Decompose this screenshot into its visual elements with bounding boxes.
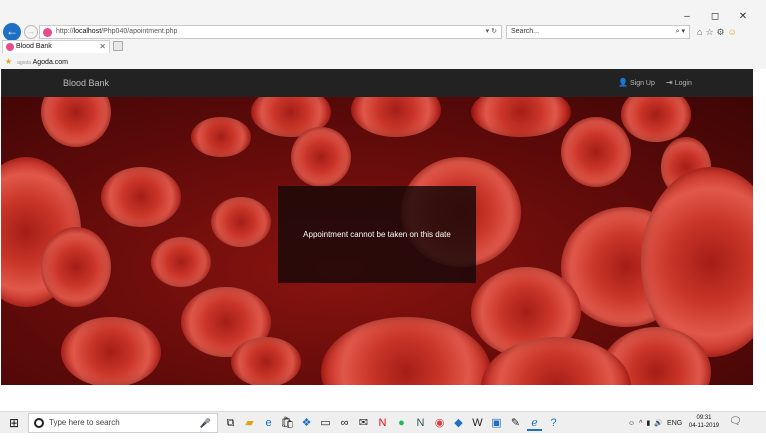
battery-icon[interactable]: ▮	[646, 419, 650, 427]
window-controls: – ◻ ✕	[682, 10, 748, 24]
signup-link[interactable]: 👤 Sign Up	[618, 69, 655, 98]
edge-browser-icon[interactable]: e	[261, 415, 276, 431]
clock-date: 04-11-2019	[688, 423, 720, 429]
arrow-left-icon: ←	[6, 24, 18, 38]
minimize-button[interactable]: –	[682, 10, 692, 24]
spotify-icon[interactable]: ●	[394, 415, 409, 431]
file-explorer-icon[interactable]: ▰	[242, 415, 257, 431]
start-button[interactable]: ⊞	[6, 415, 22, 431]
arrow-right-icon: →	[27, 27, 35, 36]
maximize-button[interactable]: ◻	[710, 10, 720, 24]
browser-toolbar-icons: ⌂ ☆ ⚙ ☺	[697, 27, 737, 38]
search-placeholder: Search...	[511, 28, 540, 35]
settings-gear-icon[interactable]: ⚙	[717, 27, 725, 38]
favorite-link-agoda[interactable]: Agoda.com	[33, 59, 68, 66]
browser-search-input[interactable]: Search... ⌕ ▾	[506, 25, 690, 39]
taskbar-search-input[interactable]: Type here to search 🎤	[28, 413, 218, 433]
web-page: Blood Bank 👤 Sign Up ⇥ Login Appointment c…	[1, 69, 753, 385]
alert-message: Appointment cannot be taken on this date	[303, 230, 451, 239]
windows-logo-icon: ⊞	[8, 416, 20, 430]
volume-icon[interactable]: 🔊	[654, 419, 663, 427]
tab-close-icon[interactable]: ✕	[99, 41, 106, 53]
taskbar-apps: ⧉ ▰ e 🛍 ❖ ▭ ∞ ✉ N ● N ◉ ◆ W ▣ ✎ ℯ ?	[223, 415, 561, 431]
monitor-app-icon[interactable]: ▭	[318, 415, 333, 431]
image-app-icon[interactable]: ▣	[489, 415, 504, 431]
site-navbar: Blood Bank 👤 Sign Up ⇥ Login	[1, 69, 753, 97]
microphone-icon[interactable]: 🎤	[200, 414, 211, 432]
n-app-icon[interactable]: N	[413, 415, 428, 431]
user-icon: 👤	[618, 78, 628, 87]
home-icon[interactable]: ⌂	[697, 27, 702, 38]
browser-chrome: – ◻ ✕ ← → http://localhost/Php040/apoint…	[0, 0, 766, 69]
dropbox-icon[interactable]: ❖	[299, 415, 314, 431]
store-icon[interactable]: 🛍	[280, 415, 295, 431]
hero-blood-cells-image: Appointment cannot be taken on this date	[1, 97, 753, 385]
favorites-star-icon[interactable]: ☆	[705, 27, 713, 38]
login-link[interactable]: ⇥ Login	[666, 69, 692, 98]
people-icon[interactable]: ☺	[628, 420, 635, 427]
tab-blood-bank[interactable]: Blood Bank ✕	[2, 40, 110, 53]
tab-title: Blood Bank	[16, 43, 52, 50]
agoda-favicon-icon: agoda	[17, 60, 32, 66]
address-bar[interactable]: http://localhost/Php040/apointment.php ▾…	[39, 25, 502, 39]
login-icon: ⇥	[666, 78, 673, 87]
task-view-icon[interactable]: ⧉	[223, 415, 238, 431]
clock[interactable]: 09:31 04-11-2019	[686, 414, 722, 430]
smiley-feedback-icon[interactable]: ☺	[728, 27, 737, 38]
internet-explorer-icon[interactable]: ℯ	[527, 415, 542, 431]
language-indicator[interactable]: ENG	[667, 420, 682, 427]
signup-label: Sign Up	[629, 80, 655, 87]
navigation-row: ← → http://localhost/Php040/apointment.p…	[0, 23, 766, 41]
forward-button[interactable]: →	[24, 25, 38, 39]
infinity-app-icon[interactable]: ∞	[337, 415, 352, 431]
netflix-icon[interactable]: N	[375, 415, 390, 431]
cortana-icon	[34, 418, 44, 428]
tab-row: Blood Bank ✕	[0, 40, 766, 53]
w-app-icon[interactable]: W	[470, 415, 485, 431]
appointment-alert-dialog: Appointment cannot be taken on this date	[278, 186, 476, 283]
clock-time: 09:31	[696, 415, 712, 421]
url-path: /Php040/apointment.php	[101, 28, 178, 35]
search-icon[interactable]: ⌕ ▾	[676, 26, 685, 38]
site-favicon-icon	[43, 28, 52, 37]
url-host: localhost	[73, 28, 102, 35]
back-button[interactable]: ←	[3, 23, 21, 41]
notification-center-icon[interactable]: 🗨	[729, 416, 742, 427]
refresh-icon[interactable]: ▾ ↻	[486, 26, 497, 38]
tool-app-icon[interactable]: ✎	[508, 415, 523, 431]
favorites-bar: ★ agoda Agoda.com	[0, 55, 766, 68]
login-label: Login	[674, 80, 692, 87]
taskbar-search-placeholder: Type here to search	[49, 418, 120, 427]
cube-app-icon[interactable]: ◆	[451, 415, 466, 431]
brand-link[interactable]: Blood Bank	[63, 69, 109, 97]
windows-taskbar: ⊞ Type here to search 🎤 ⧉ ▰ e 🛍 ❖ ▭ ∞ ✉ …	[0, 411, 766, 433]
tab-favicon-icon	[6, 43, 14, 51]
favorites-star-icon: ★	[5, 57, 13, 66]
help-icon[interactable]: ?	[546, 415, 561, 431]
new-tab-button[interactable]	[113, 41, 123, 51]
mail-icon[interactable]: ✉	[356, 415, 371, 431]
url-prefix: http://	[56, 28, 74, 35]
chrome-icon[interactable]: ◉	[432, 415, 447, 431]
chevron-up-icon[interactable]: ^	[639, 420, 642, 427]
system-tray: ☺ ^ ▮ 🔊 ENG	[628, 412, 682, 434]
close-window-button[interactable]: ✕	[738, 10, 748, 24]
